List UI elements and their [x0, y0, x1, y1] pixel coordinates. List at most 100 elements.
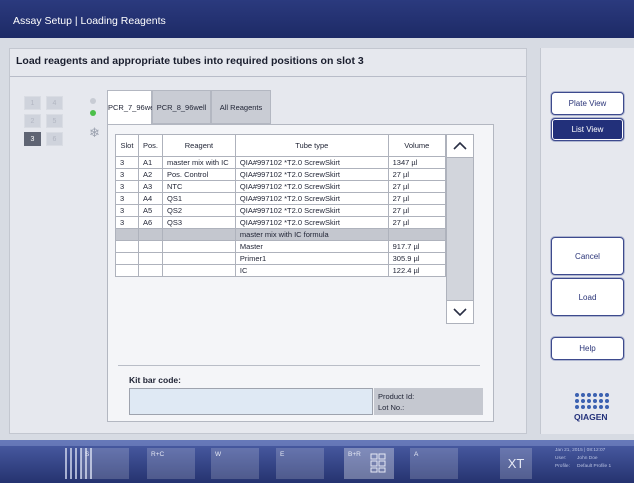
load-button[interactable]: Load [551, 278, 624, 316]
plate-view-button[interactable]: Plate View [551, 92, 624, 115]
tab-pcr-7[interactable]: PCR_7_96well [107, 90, 158, 125]
cell-tube-type: QIA#997102 *T2.0 ScrewSkirt [234, 192, 389, 205]
kit-bar-code-input[interactable] [129, 388, 373, 415]
action-panel: Plate View List View Cancel Load Help QI… [540, 48, 634, 434]
drawer-br-button[interactable]: B+R [344, 448, 394, 479]
loading-panel: Load reagents and appropriate tubes into… [9, 48, 527, 434]
xt-button[interactable]: XT [500, 448, 532, 479]
scroll-down-button[interactable] [447, 301, 473, 323]
formula-volume: 917.7 µl [387, 240, 447, 253]
cell-volume: 27 µl [387, 168, 447, 181]
qiagen-dots-icon [575, 393, 614, 409]
drawer-a-button[interactable]: A [410, 448, 458, 479]
slot-2[interactable]: 2 [24, 114, 41, 128]
formula-row[interactable]: Master 917.7 µl [115, 240, 447, 253]
cell-slot: 3 [115, 204, 139, 217]
cooling-icon: ❄ [89, 125, 100, 140]
slot-1[interactable]: 1 [24, 96, 41, 110]
formula-section-title: master mix with IC formula [234, 228, 389, 241]
cell-slot: 3 [115, 180, 139, 193]
user-label: User: [555, 456, 567, 461]
cell-pos: A6 [137, 216, 163, 229]
drawer-e-button[interactable]: E [276, 448, 324, 479]
cell-tube-type: QIA#997102 *T2.0 ScrewSkirt [234, 216, 389, 229]
formula-component: Primer1 [234, 252, 389, 265]
window-title: Assay Setup | Loading Reagents [13, 15, 166, 27]
table-row[interactable]: 3 A1 master mix with IC QIA#997102 *T2.0… [115, 156, 447, 169]
cell-pos: A4 [137, 192, 163, 205]
formula-section-row: master mix with IC formula [115, 228, 447, 241]
heading-divider [10, 76, 526, 77]
kit-bar-code-label: Kit bar code: [129, 375, 181, 385]
column-header-volume: Volume [387, 134, 447, 157]
datetime-text: Jan 21, 2015 | 08:12:07 [555, 448, 606, 453]
cell-tube-type: QIA#997102 *T2.0 ScrewSkirt [234, 156, 389, 169]
help-button[interactable]: Help [551, 337, 624, 360]
drawer-br-label: B+R [348, 451, 361, 458]
drawer-w-button[interactable]: W [211, 448, 259, 479]
column-header-tube-type: Tube type [234, 134, 389, 157]
drawer-s-button[interactable]: S [81, 448, 129, 479]
reagent-list-panel: Slot Pos. Reagent Tube type Volume 3 A1 … [107, 124, 494, 422]
cell-volume: 27 µl [387, 192, 447, 205]
cell-tube-type: QIA#997102 *T2.0 ScrewSkirt [234, 204, 389, 217]
table-row[interactable]: 3 A3 NTC QIA#997102 *T2.0 ScrewSkirt 27 … [115, 180, 447, 193]
column-header-slot: Slot [115, 134, 139, 157]
cell-pos: A3 [137, 180, 163, 193]
chevron-up-icon [453, 142, 467, 150]
formula-volume: 305.9 µl [387, 252, 447, 265]
cell-slot: 3 [115, 156, 139, 169]
cell-pos: A1 [137, 156, 163, 169]
product-info: Product Id: Lot No.: [374, 388, 483, 415]
cell-pos: A5 [137, 204, 163, 217]
column-header-reagent: Reagent [161, 134, 236, 157]
cell-volume: 27 µl [387, 180, 447, 193]
cell-slot: 3 [115, 216, 139, 229]
cell-reagent: QS3 [161, 216, 236, 229]
slot-3[interactable]: 3 [24, 132, 41, 146]
scroll-track[interactable] [447, 157, 473, 301]
slot-5[interactable]: 5 [46, 114, 63, 128]
cell-slot: 3 [115, 168, 139, 181]
cell-pos: A2 [137, 168, 163, 181]
cell-reagent: NTC [161, 180, 236, 193]
lot-no-label: Lot No.: [378, 403, 405, 412]
formula-row[interactable]: Primer1 305.9 µl [115, 252, 447, 265]
title-bar: Assay Setup | Loading Reagents [0, 0, 634, 38]
user-value: John Doe [577, 456, 598, 461]
reagents-table: Slot Pos. Reagent Tube type Volume 3 A1 … [115, 134, 447, 277]
cell-tube-type: QIA#997102 *T2.0 ScrewSkirt [234, 180, 389, 193]
tab-all-reagents[interactable]: All Reagents [211, 90, 271, 124]
cell-slot: 3 [115, 192, 139, 205]
list-view-button[interactable]: List View [551, 118, 624, 141]
table-row[interactable]: 3 A2 Pos. Control QIA#997102 *T2.0 Screw… [115, 168, 447, 181]
rack-grid-icon [370, 453, 386, 473]
table-scrollbar[interactable] [446, 134, 474, 324]
cell-reagent: QS1 [161, 192, 236, 205]
table-header-row: Slot Pos. Reagent Tube type Volume [115, 134, 447, 157]
status-dot-active [90, 110, 96, 116]
table-row[interactable]: 3 A6 QS3 QIA#997102 *T2.0 ScrewSkirt 27 … [115, 216, 447, 229]
cell-reagent: master mix with IC [161, 156, 236, 169]
session-info: Jan 21, 2015 | 08:12:07 User: John Doe Pr… [555, 447, 611, 471]
qiagen-logo: QIAGEN [574, 393, 614, 422]
slot-6[interactable]: 6 [46, 132, 63, 146]
cancel-button[interactable]: Cancel [551, 237, 624, 275]
cell-volume: 1347 µl [387, 156, 447, 169]
formula-row[interactable]: IC 122.4 µl [115, 264, 447, 277]
tab-pcr-8[interactable]: PCR_8_96well [152, 90, 211, 124]
chevron-down-icon [453, 308, 467, 316]
profile-label: Profile: [555, 464, 570, 469]
product-id-label: Product Id: [378, 392, 415, 401]
page-heading: Load reagents and appropriate tubes into… [16, 55, 364, 67]
profile-value: Default Profile 1 [577, 464, 612, 469]
formula-component: Master [234, 240, 389, 253]
formula-component: IC [234, 264, 389, 277]
slot-4[interactable]: 4 [46, 96, 63, 110]
scroll-up-button[interactable] [447, 135, 473, 157]
drawer-rc-button[interactable]: R+C [147, 448, 195, 479]
status-dot-inactive [90, 98, 96, 104]
table-row[interactable]: 3 A4 QS1 QIA#997102 *T2.0 ScrewSkirt 27 … [115, 192, 447, 205]
table-row[interactable]: 3 A5 QS2 QIA#997102 *T2.0 ScrewSkirt 27 … [115, 204, 447, 217]
cell-tube-type: QIA#997102 *T2.0 ScrewSkirt [234, 168, 389, 181]
